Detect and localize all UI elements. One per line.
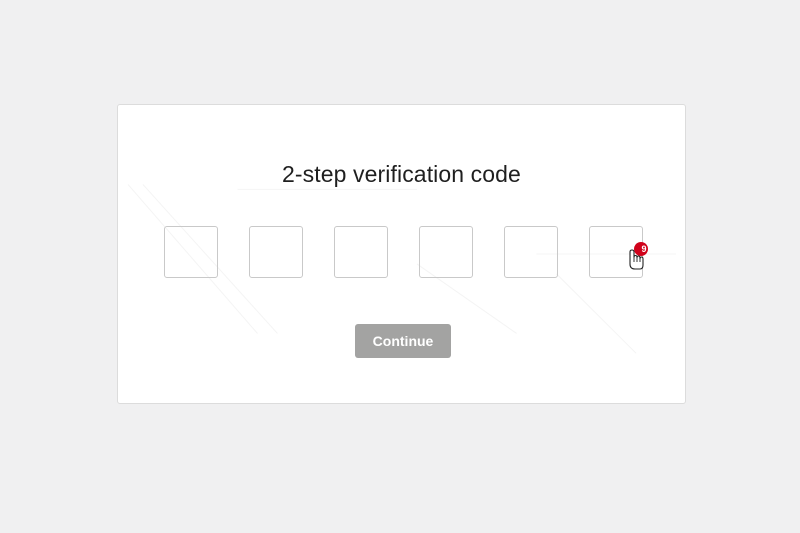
continue-button[interactable]: Continue (355, 324, 451, 358)
verification-card: 2-step verification code Continue (117, 104, 686, 404)
cursor-badge-text: 9 (641, 244, 646, 254)
code-input-group (164, 226, 643, 278)
page-title: 2-step verification code (282, 161, 521, 187)
page: 2-step verification code Continue 9 (0, 0, 800, 533)
code-digit-4[interactable] (419, 226, 473, 278)
hand-pointer-icon: 9 (622, 240, 654, 272)
code-digit-1[interactable] (164, 226, 218, 278)
code-digit-3[interactable] (334, 226, 388, 278)
code-digit-2[interactable] (249, 226, 303, 278)
code-digit-5[interactable] (504, 226, 558, 278)
